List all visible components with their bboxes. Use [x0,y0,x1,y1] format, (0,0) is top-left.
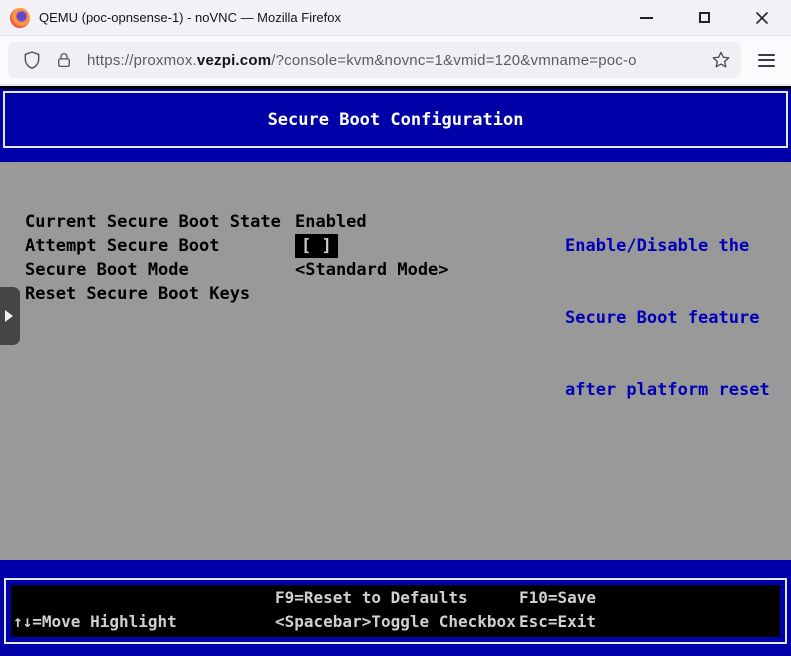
maximize-icon [699,12,710,23]
bios-top-line [0,86,791,89]
window-titlebar: QEMU (poc-opnsense-1) - noVNC — Mozilla … [0,0,791,36]
menu-label: Secure Boot Mode [25,258,295,282]
firefox-icon [10,8,30,28]
bios-page-title: Secure Boot Configuration [268,110,524,130]
bios-help-text: Enable/Disable the Secure Boot feature a… [565,186,770,450]
secure-boot-checkbox[interactable]: [ ] [295,234,338,258]
menu-value: Enabled [295,210,367,234]
url-scheme: https://proxmox. [87,52,197,69]
bios-footer: F9=Reset to Defaults F10=Save ↑↓=Move Hi… [4,578,787,644]
url-text[interactable]: https://proxmox.vezpi.com/?console=kvm&n… [87,52,703,69]
menu-row-current-state: Current Secure Boot State Enabled [25,210,449,234]
menu-row-reset-keys[interactable]: Reset Secure Boot Keys [25,282,449,306]
bios-key-hints: F9=Reset to Defaults F10=Save ↑↓=Move Hi… [11,585,780,637]
hint-esc-exit: Esc=Exit [519,610,778,634]
menu-value: <Standard Mode> [295,258,449,282]
lock-icon[interactable] [55,51,73,69]
close-button[interactable] [733,0,791,35]
window-title: QEMU (poc-opnsense-1) - noVNC — Mozilla … [39,10,341,25]
menu-label: Reset Secure Boot Keys [25,282,295,306]
expand-arrow-icon [5,310,13,322]
shield-icon[interactable] [22,50,42,70]
bios-header: Secure Boot Configuration [3,91,788,148]
novnc-bios-screen: Secure Boot Configuration Current Secure… [0,86,791,656]
menu-label: Current Secure Boot State [25,210,295,234]
help-line: after platform reset [565,378,770,402]
browser-toolbar: https://proxmox.vezpi.com/?console=kvm&n… [0,36,791,84]
help-line: Secure Boot feature [565,306,770,330]
menu-row-attempt-secure-boot[interactable]: Attempt Secure Boot [ ] [25,234,449,258]
hamburger-menu-icon[interactable] [758,54,775,67]
url-bar[interactable]: https://proxmox.vezpi.com/?console=kvm&n… [8,42,741,78]
hint-f10-save: F10=Save [519,586,778,610]
hint-f9-reset: F9=Reset to Defaults [275,586,519,610]
url-domain: vezpi.com [197,52,271,69]
close-icon [755,11,769,25]
url-path: /?console=kvm&novnc=1&vmid=120&vmname=po… [271,52,636,69]
bookmark-star-icon[interactable] [711,50,731,70]
minimize-button[interactable] [617,0,675,35]
bios-menu: Current Secure Boot State Enabled Attemp… [25,210,449,306]
menu-row-secure-boot-mode[interactable]: Secure Boot Mode <Standard Mode> [25,258,449,282]
hint-empty [13,586,275,610]
menu-label: Attempt Secure Boot [25,234,295,258]
hint-spacebar-toggle: <Spacebar>Toggle Checkbox [275,610,519,634]
window-controls [617,0,791,35]
help-line: Enable/Disable the [565,234,770,258]
minimize-icon [640,17,653,19]
novnc-control-bar-handle[interactable] [0,287,20,345]
hint-move-highlight: ↑↓=Move Highlight [13,610,275,634]
maximize-button[interactable] [675,0,733,35]
bios-body: Current Secure Boot State Enabled Attemp… [0,162,791,560]
